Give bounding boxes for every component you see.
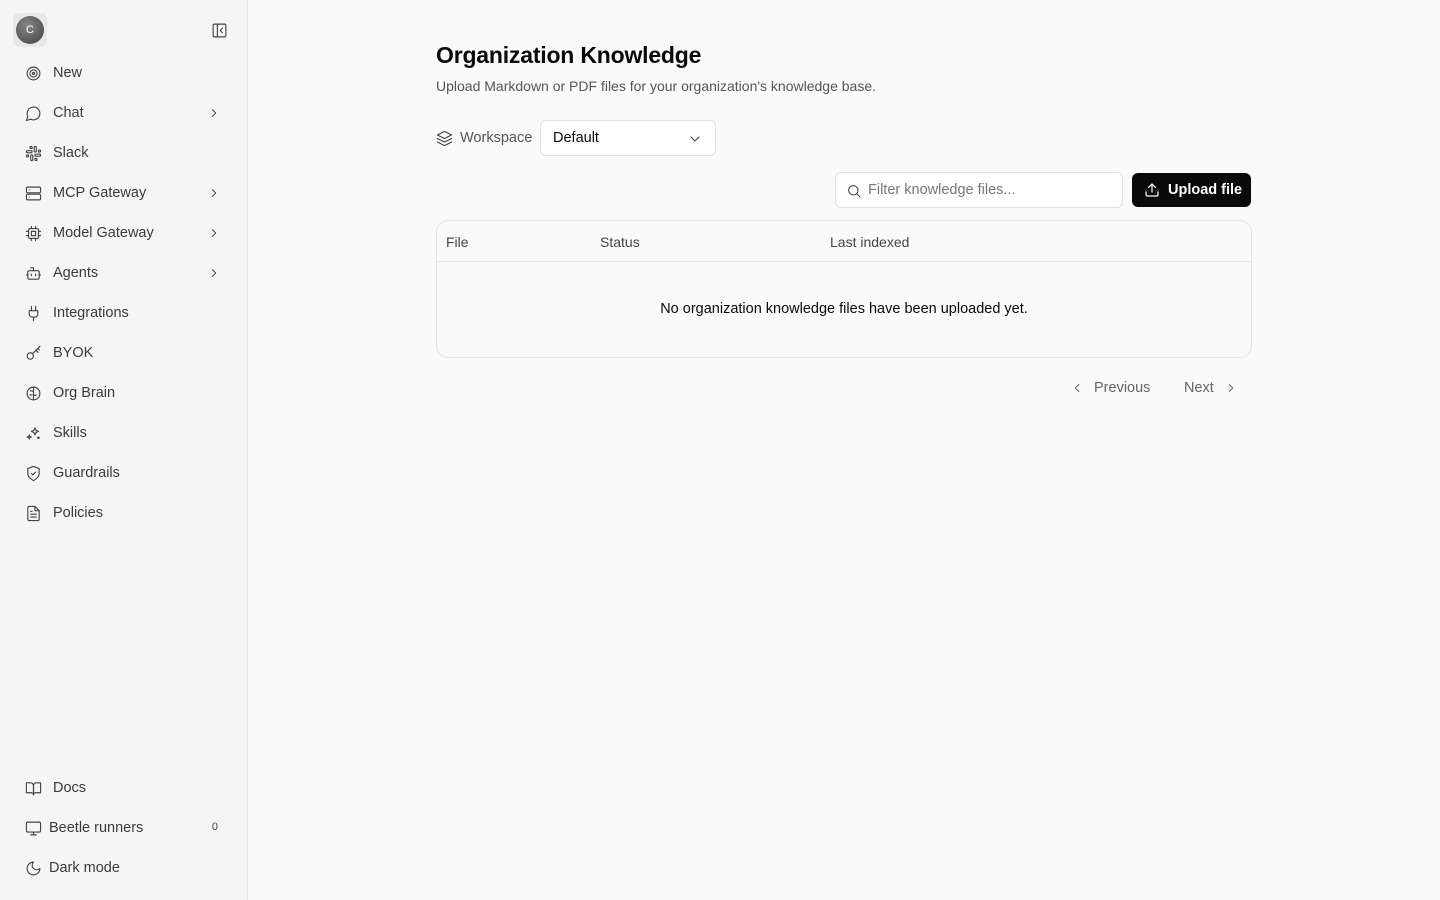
sidebar-item-label: Docs	[53, 780, 87, 796]
previous-page-label: Previous	[1094, 380, 1151, 396]
sidebar-item-label: Policies	[53, 505, 103, 521]
sidebar-item-label: New	[53, 65, 83, 81]
upload-icon	[1145, 183, 1159, 197]
sidebar-item-label: Slack	[53, 145, 89, 161]
knowledge-files-table: File Status Last indexed No organization…	[436, 220, 1252, 358]
column-header-status[interactable]: Status	[600, 234, 640, 250]
search-icon	[848, 185, 861, 198]
chevron-right-icon	[211, 269, 217, 277]
cpu-icon	[25, 225, 41, 241]
chat-bubble-icon	[25, 106, 40, 121]
column-header-last-indexed[interactable]: Last indexed	[830, 234, 909, 250]
chevron-right-icon	[211, 109, 217, 117]
sparkles-icon	[26, 426, 40, 440]
sidebar-item-skills[interactable]: Skills	[12, 415, 236, 451]
server-icon	[25, 186, 41, 200]
chevron-right-icon	[1228, 383, 1234, 393]
bot-icon	[25, 266, 41, 280]
key-icon	[26, 345, 40, 360]
brain-icon	[26, 386, 40, 400]
sidebar: C New Chat Slack MCP Gateway Model Gatew…	[0, 0, 248, 900]
workspace-label: Workspace	[460, 130, 533, 146]
slack-icon	[25, 145, 41, 161]
book-open-icon	[25, 781, 41, 795]
shield-check-icon	[26, 465, 40, 481]
chevron-left-icon	[1074, 383, 1080, 393]
sidebar-item-label: Org Brain	[53, 385, 116, 401]
upload-file-button[interactable]: Upload file	[1132, 173, 1251, 207]
sidebar-item-byok[interactable]: BYOK	[12, 335, 236, 371]
target-icon	[26, 66, 40, 80]
layers-icon	[436, 130, 453, 147]
sidebar-item-policies[interactable]: Policies	[12, 495, 236, 531]
sidebar-item-label: Integrations	[53, 305, 129, 321]
plug-icon	[28, 305, 38, 321]
sidebar-item-new[interactable]: New	[12, 55, 236, 91]
monitor-icon	[25, 821, 41, 835]
sidebar-item-label: Dark mode	[49, 860, 120, 876]
collapse-sidebar-button[interactable]	[208, 19, 230, 41]
sidebar-item-slack[interactable]: Slack	[12, 135, 236, 171]
sidebar-item-model-gateway[interactable]: Model Gateway	[12, 215, 236, 251]
upload-file-label: Upload file	[1168, 182, 1243, 198]
workspace-select-value: Default	[553, 130, 599, 146]
chevron-right-icon	[211, 189, 217, 197]
avatar: C	[16, 16, 44, 44]
sidebar-item-label: MCP Gateway	[53, 185, 147, 201]
sidebar-item-label: Skills	[53, 425, 87, 441]
previous-page-button[interactable]: Previous	[1070, 378, 1150, 398]
sidebar-item-mcp-gateway[interactable]: MCP Gateway	[12, 175, 236, 211]
sidebar-item-agents[interactable]: Agents	[12, 255, 236, 291]
chevron-down-icon	[690, 136, 700, 142]
sidebar-item-label: Guardrails	[53, 465, 120, 481]
table-header: File Status Last indexed	[437, 221, 1251, 262]
next-page-button[interactable]: Next	[1184, 378, 1238, 398]
chevron-right-icon	[211, 229, 217, 237]
runner-count-badge: 0	[211, 821, 218, 833]
sidebar-item-docs[interactable]: Docs	[12, 770, 236, 806]
sidebar-item-label: Agents	[53, 265, 99, 281]
page-title: Organization Knowledge	[436, 42, 702, 68]
sidebar-item-label: BYOK	[53, 345, 94, 361]
moon-icon	[26, 861, 40, 875]
search-box	[835, 172, 1123, 208]
sidebar-item-label: Model Gateway	[53, 225, 154, 241]
dark-mode-toggle[interactable]: Dark mode	[12, 850, 236, 886]
column-header-file[interactable]: File	[446, 234, 469, 250]
search-input[interactable]	[868, 173, 1118, 207]
file-text-icon	[26, 505, 40, 521]
next-page-label: Next	[1184, 380, 1214, 396]
sidebar-item-beetle-runners[interactable]: Beetle runners 0	[12, 810, 236, 846]
empty-state-message: No organization knowledge files have bee…	[660, 301, 1028, 317]
workspace-select[interactable]: Default	[540, 120, 716, 156]
panel-left-icon	[212, 23, 226, 37]
sidebar-item-integrations[interactable]: Integrations	[12, 295, 236, 331]
sidebar-item-label: Beetle runners	[49, 820, 144, 836]
page-subtitle: Upload Markdown or PDF files for your or…	[436, 78, 877, 94]
org-switcher[interactable]: C	[13, 13, 47, 47]
sidebar-item-chat[interactable]: Chat	[12, 95, 236, 131]
sidebar-item-org-brain[interactable]: Org Brain	[12, 375, 236, 411]
sidebar-item-guardrails[interactable]: Guardrails	[12, 455, 236, 491]
sidebar-item-label: Chat	[53, 105, 84, 121]
